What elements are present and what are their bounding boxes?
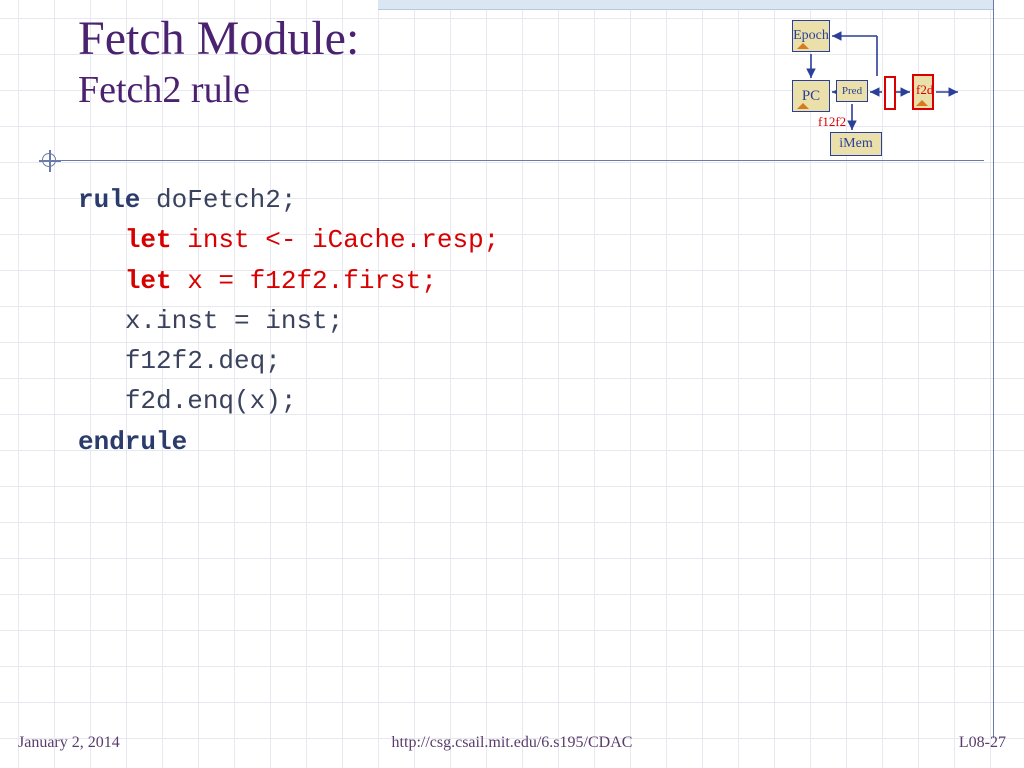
title-underline [40, 160, 984, 161]
diagram-box-imem: iMem [830, 132, 882, 156]
footer-page: L08-27 [959, 734, 1006, 752]
diagram-label-imem: iMem [839, 136, 872, 152]
title-sub: Fetch2 rule [78, 68, 359, 112]
code-block: rule doFetch2; let inst <- iCache.resp; … [78, 180, 499, 462]
diagram-label-f12f2: f12f2 [818, 114, 846, 130]
title-block: Fetch Module: Fetch2 rule [78, 14, 359, 112]
register-chevron-icon [916, 100, 928, 106]
footer: January 2, 2014 http://csg.csail.mit.edu… [0, 734, 1024, 758]
code-line-3: x = f12f2.first; [172, 266, 437, 296]
title-bullet-icon [42, 153, 56, 167]
register-chevron-icon [797, 103, 809, 109]
right-rule [993, 0, 994, 738]
diagram-box-epoch: Epoch [792, 20, 830, 52]
diagram-label-epoch: Epoch [793, 28, 829, 44]
diagram-box-pred: Pred [836, 80, 868, 102]
code-line-4: x.inst = inst; [125, 306, 343, 336]
code-line-2: inst <- iCache.resp; [172, 225, 500, 255]
code-line-6: f2d.enq(x); [125, 386, 297, 416]
pipeline-diagram: Epoch PC Pred iMem f12f2 f2d [782, 20, 992, 160]
footer-url: http://csg.csail.mit.edu/6.s195/CDAC [0, 734, 1024, 752]
diagram-box-pc: PC [792, 80, 830, 112]
diagram-label-pred: Pred [842, 85, 862, 97]
diagram-label-pc: PC [802, 88, 820, 105]
diagram-label-f2d: f2d [916, 82, 933, 98]
rule-name: doFetch2; [140, 185, 296, 215]
register-chevron-icon [797, 43, 809, 49]
top-accent-bar [378, 0, 994, 10]
diagram-fifo-f12f2 [884, 76, 896, 110]
kw-rule: rule [78, 185, 140, 215]
kw-endrule: endrule [78, 427, 187, 457]
kw-let-2: let [125, 266, 172, 296]
code-line-5: f12f2.deq; [125, 346, 281, 376]
kw-let-1: let [125, 225, 172, 255]
title-main: Fetch Module: [78, 14, 359, 64]
